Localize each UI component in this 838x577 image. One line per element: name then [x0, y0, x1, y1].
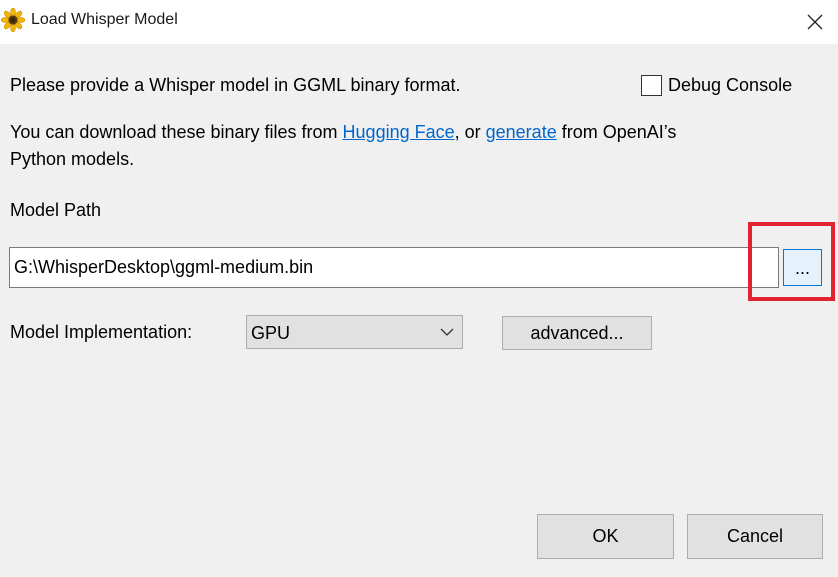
debug-console-checkbox[interactable]	[641, 75, 662, 96]
model-implementation-select[interactable]: GPU	[246, 315, 463, 349]
debug-console-label[interactable]: Debug Console	[668, 74, 792, 96]
advanced-button[interactable]: advanced...	[502, 316, 652, 350]
model-implementation-label: Model Implementation:	[10, 322, 193, 342]
close-button[interactable]	[792, 0, 838, 44]
intro-text: Please provide a Whisper model in GGML b…	[10, 75, 461, 95]
model-path-label: Model Path	[10, 200, 102, 220]
ok-button[interactable]: OK	[537, 514, 674, 559]
close-icon	[807, 14, 823, 30]
window-title: Load Whisper Model	[31, 11, 178, 28]
download-info-line2: Python models.	[10, 149, 135, 169]
chevron-down-icon	[440, 328, 454, 336]
download-prefix-text: You can download these binary files from	[10, 122, 343, 142]
download-suffix-text: from OpenAI’s	[556, 122, 677, 142]
cancel-button[interactable]: Cancel	[687, 514, 823, 559]
hugging-face-link[interactable]: Hugging Face	[343, 122, 455, 142]
sunflower-icon	[1, 8, 25, 32]
model-path-input[interactable]	[9, 247, 779, 288]
download-middle-text: , or	[454, 122, 486, 142]
model-implementation-value: GPU	[251, 323, 291, 343]
title-bar: Load Whisper Model	[0, 0, 838, 44]
browse-button[interactable]: ...	[783, 249, 822, 286]
download-info-line1: You can download these binary files from…	[10, 121, 676, 143]
generate-link[interactable]: generate	[486, 122, 557, 142]
